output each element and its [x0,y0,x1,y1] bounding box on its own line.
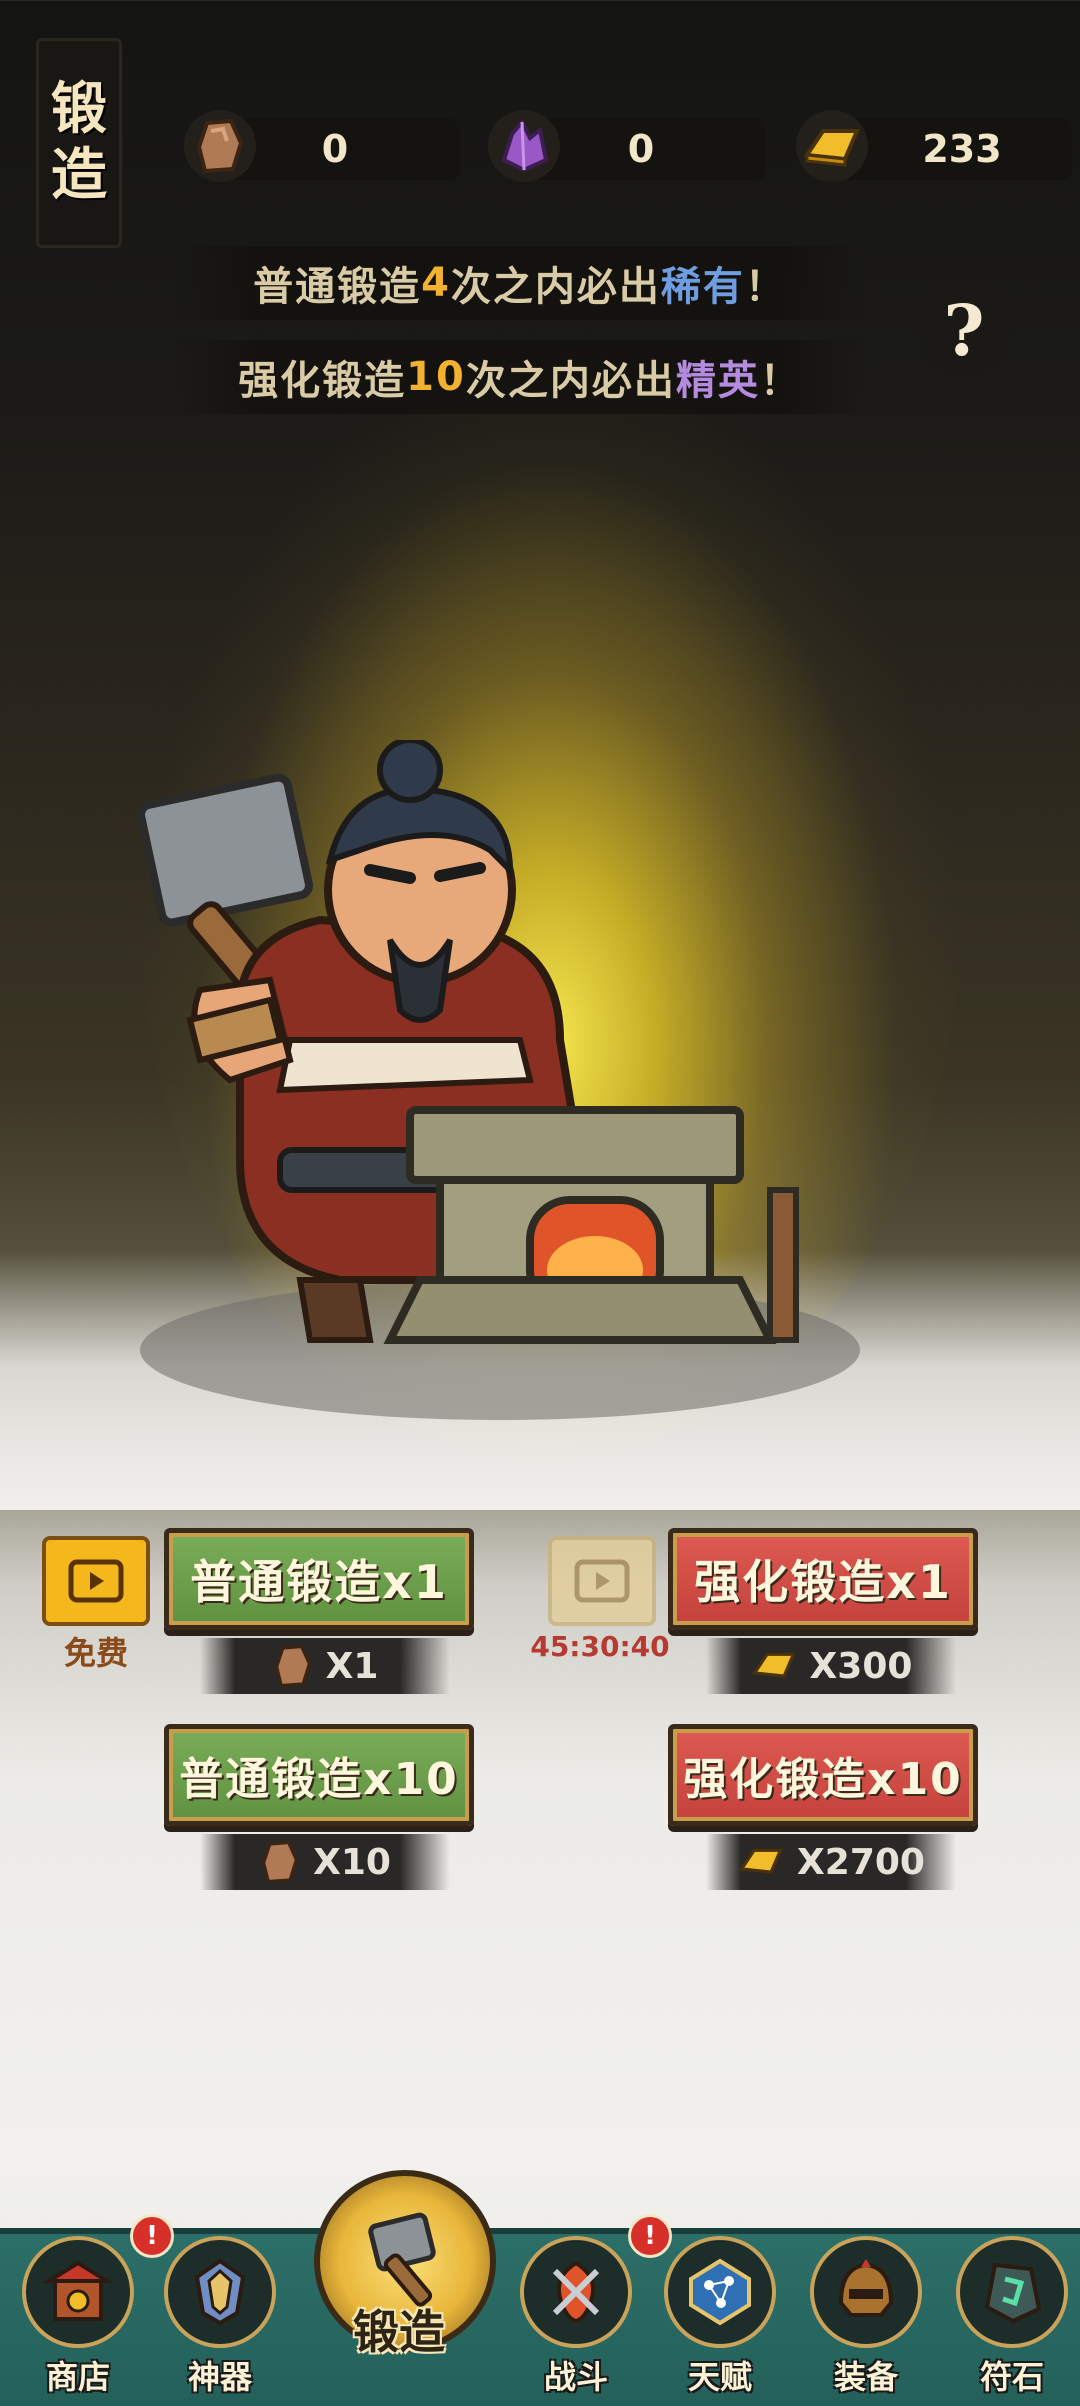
enhanced-forge-x1-cost: X300 [706,1638,956,1694]
normal-forge-x1-cost: X1 [200,1638,450,1694]
ad-cooldown-button[interactable] [548,1536,656,1626]
normal-forge-x1-button[interactable]: 普通锻造x1 [164,1528,474,1630]
page-title-line1: 锻 [51,77,107,142]
forge-furnace [383,1106,799,1344]
page-title-line2: 造 [51,143,107,208]
banner-normal-count: 4 [421,260,451,306]
normal-forge-x10-cost-value: X10 [313,1841,391,1883]
nav-item-talent[interactable]: 天赋 [660,2236,780,2400]
ore-stone-icon [262,1840,299,1884]
rune-stone-icon [956,2236,1068,2348]
nav-item-rune[interactable]: 符石 [952,2236,1072,2400]
battle-icon [520,2236,632,2348]
nav-item-equipment[interactable]: 装备 [806,2236,926,2400]
enhanced-forge-x10-cost: X2700 [706,1834,956,1890]
nav-label-artifact: 神器 [187,2358,252,2396]
banner-enhanced-count: 10 [406,354,466,400]
gold-ingot-icon [751,1652,796,1678]
help-button[interactable]: ? [916,282,1012,378]
banner-normal-guarantee: 普通锻造 4 次之内必出 稀有！ [170,246,870,320]
enhanced-forge-x10-button[interactable]: 强化锻造x10 [668,1724,978,1826]
nav-label-forge: 锻造 [353,2305,445,2359]
banner-normal-middle: 次之内必出 [450,264,661,310]
nav-label-shop: 商店 [45,2358,110,2396]
hammer-head [137,773,313,927]
video-icon [68,1559,124,1603]
banner-enhanced-rarity: 精英 [675,358,760,404]
nav-label-rune: 符石 [979,2358,1044,2396]
gold-ingot-icon [796,110,868,182]
normal-forge-x10-button[interactable]: 普通锻造x10 [164,1724,474,1826]
nav-item-battle[interactable]: 战斗 [516,2236,636,2400]
banner-normal-suffix: ！ [744,264,787,310]
talent-icon [664,2236,776,2348]
page-title: 锻 造 [36,38,122,248]
banner-enhanced-prefix: 强化锻造 [238,358,407,404]
artifact-icon [164,2236,276,2348]
nav-label-battle: 战斗 [543,2358,608,2396]
ore-stone-icon [184,110,256,182]
shop-icon [22,2236,134,2348]
video-icon [574,1559,630,1603]
normal-forge-x1-cost-value: X1 [325,1645,379,1687]
ad-cooldown-timer: 45:30:40 [530,1630,670,1663]
banner-normal-prefix: 普通锻造 [253,264,422,310]
helmet-icon [810,2236,922,2348]
free-label: 免费 [63,1634,128,1672]
banner-enhanced-guarantee: 强化锻造 10 次之内必出 精英！ [170,340,870,414]
banner-enhanced-middle: 次之内必出 [465,358,676,404]
nav-label-talent: 天赋 [687,2358,752,2396]
free-ad-button[interactable] [42,1536,150,1626]
banner-enhanced-suffix: ！ [759,358,802,404]
nav-item-artifact[interactable]: 神器 [160,2236,280,2400]
gold-ingot-icon [738,1848,783,1874]
nav-item-shop[interactable]: 商店 [18,2236,138,2400]
enhanced-forge-x1-cost-value: X300 [809,1645,913,1687]
ore-stone-icon [274,1644,311,1688]
enhanced-forge-x1-button[interactable]: 强化锻造x1 [668,1528,978,1630]
banner-normal-rarity: 稀有 [660,264,745,310]
nav-label-equipment: 装备 [833,2358,898,2396]
normal-forge-x10-cost: X10 [200,1834,450,1890]
enhanced-forge-x10-cost-value: X2700 [797,1841,925,1883]
blacksmith-illustration [137,740,860,1420]
purple-crystal-icon [488,110,560,182]
